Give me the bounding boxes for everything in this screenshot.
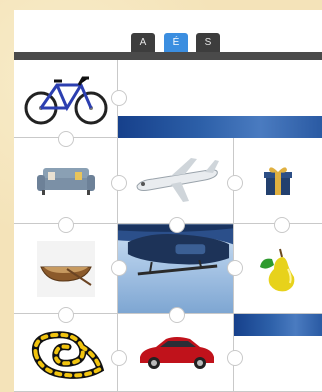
car-icon [139,336,214,369]
toolbar-divider [14,52,322,60]
piece-helicopter[interactable] [118,223,234,314]
puzzle-grid [14,60,322,392]
tab-s[interactable]: S [196,33,220,53]
sky-band-bottom [234,314,322,336]
toolbar: A É S [14,10,322,60]
connector-nub [169,307,185,323]
airplane-icon [135,157,219,202]
helicopter-icon [118,223,233,275]
bicycle-icon [24,76,107,124]
connector-nub [227,260,243,276]
connector-nub [58,217,74,233]
connector-nub [111,350,127,366]
connector-nub [227,350,243,366]
connector-nub [274,217,290,233]
piece-pear[interactable] [234,224,322,314]
puzzle-board: A É S [14,10,322,392]
connector-nub [111,90,127,106]
piece-bicycle[interactable] [14,60,118,138]
connector-nub [227,175,243,191]
connector-nub [58,307,74,323]
tab-e-acute[interactable]: É [164,33,188,53]
piece-airplane[interactable] [118,138,234,224]
piece-sofa[interactable] [14,138,118,224]
piece-snake[interactable] [14,314,118,392]
sofa-icon [36,167,95,195]
connector-nub [169,217,185,233]
piece-rowboat[interactable] [14,224,118,314]
piece-car[interactable] [118,314,234,392]
rowboat-icon [36,240,95,297]
sky-band-top [118,116,322,138]
connector-nub [111,260,127,276]
connector-nub [111,175,127,191]
piece-empty-bottom [234,336,322,392]
piece-gift[interactable] [234,138,322,224]
snake-icon [31,330,104,379]
gift-icon [264,166,292,195]
tab-a[interactable]: A [131,33,155,53]
connector-nub [58,131,74,147]
pear-icon [260,248,295,291]
